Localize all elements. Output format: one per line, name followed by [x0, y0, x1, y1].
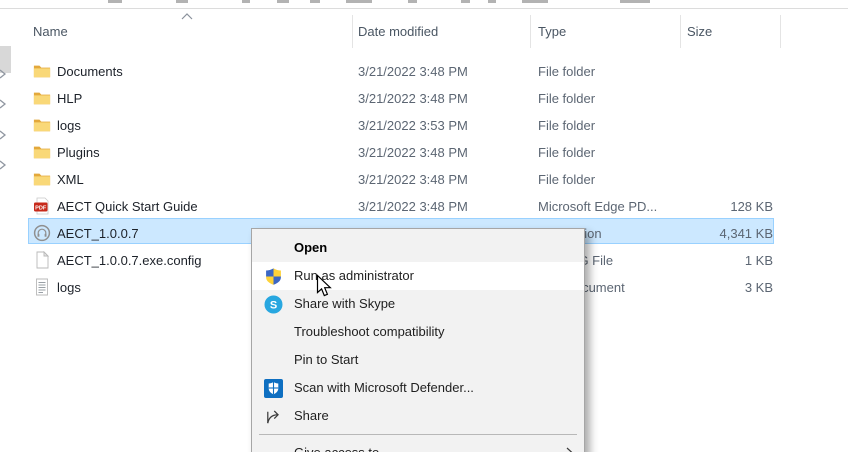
text-document-icon: [33, 278, 51, 296]
mouse-cursor-icon: [316, 274, 333, 298]
file-type: File folder: [538, 91, 595, 106]
svg-text:S: S: [270, 300, 277, 312]
ribbon-fragment: [522, 0, 548, 3]
application-icon: [33, 224, 51, 242]
file-row-plugins[interactable]: Plugins 3/21/2022 3:48 PM File folder: [0, 139, 848, 166]
column-divider[interactable]: [780, 15, 781, 48]
ribbon-fragment: [346, 0, 372, 3]
ribbon-fragment: [408, 0, 417, 3]
file-size: 128 KB: [655, 199, 773, 214]
sort-ascending-icon: [181, 13, 193, 20]
menu-item-label: Share with Skype: [294, 296, 395, 311]
ribbon-fragment: [277, 0, 289, 3]
menu-item-share[interactable]: Share: [252, 402, 584, 430]
file-row-xml[interactable]: XML 3/21/2022 3:48 PM File folder: [0, 166, 848, 193]
menu-item-pin-to-start[interactable]: Pin to Start: [252, 346, 584, 374]
column-header-type[interactable]: Type: [538, 24, 566, 39]
column-header-size-label: Size: [687, 24, 712, 39]
column-header-size[interactable]: Size: [687, 24, 712, 39]
ribbon-fragment: [176, 0, 188, 3]
file-name: Plugins: [57, 145, 100, 160]
menu-item-open[interactable]: Open: [252, 234, 584, 262]
folder-icon: [33, 116, 51, 134]
file-type: Microsoft Edge PD...: [538, 199, 657, 214]
file-date: 3/21/2022 3:48 PM: [358, 199, 468, 214]
menu-item-label: Run as administrator: [294, 268, 414, 283]
menu-separator: [259, 434, 577, 435]
ribbon-fragment: [242, 0, 250, 3]
menu-item-label: Give access to: [294, 445, 379, 452]
folder-icon: [33, 89, 51, 107]
menu-item-label: Troubleshoot compatibility: [294, 324, 445, 339]
skype-icon: S: [264, 295, 283, 314]
menu-item-label: Open: [294, 240, 327, 255]
menu-item-run-as-administrator[interactable]: Run as administrator: [252, 262, 584, 290]
file-row-hlp[interactable]: HLP 3/21/2022 3:48 PM File folder: [0, 85, 848, 112]
ribbon-fragment: [488, 0, 496, 3]
file-date: 3/21/2022 3:53 PM: [358, 118, 468, 133]
file-row-documents[interactable]: Documents 3/21/2022 3:48 PM File folder: [0, 58, 848, 85]
file-row-logs-folder[interactable]: logs 3/21/2022 3:53 PM File folder: [0, 112, 848, 139]
svg-text:PDF: PDF: [35, 205, 47, 211]
ribbon-fragment: [108, 0, 122, 3]
file-name: logs: [57, 118, 81, 133]
column-divider[interactable]: [530, 15, 531, 48]
file-row-aect-quick-start-guide[interactable]: PDF AECT Quick Start Guide 3/21/2022 3:4…: [0, 193, 848, 220]
file-date: 3/21/2022 3:48 PM: [358, 172, 468, 187]
file-name: AECT_1.0.0.7: [57, 226, 139, 241]
file-name: AECT_1.0.0.7.exe.config: [57, 253, 202, 268]
menu-item-give-access-to[interactable]: Give access to: [252, 439, 584, 452]
file-type: File folder: [538, 145, 595, 160]
file-name: HLP: [57, 91, 82, 106]
file-type: File folder: [538, 118, 595, 133]
submenu-chevron-right-icon: [566, 447, 574, 452]
ribbon-fragment: [461, 0, 470, 3]
file-date: 3/21/2022 3:48 PM: [358, 145, 468, 160]
file-type: File folder: [538, 172, 595, 187]
pane-top-border: [0, 8, 848, 9]
folder-icon: [33, 62, 51, 80]
folder-icon: [33, 143, 51, 161]
file-size: 1 KB: [655, 253, 773, 268]
share-icon: [264, 407, 283, 426]
file-type: File folder: [538, 64, 595, 79]
column-divider[interactable]: [680, 15, 681, 48]
menu-item-label: Scan with Microsoft Defender...: [294, 380, 474, 395]
menu-item-label: Share: [294, 408, 329, 423]
file-name: XML: [57, 172, 84, 187]
context-menu: Open Run as administrator S Share with S…: [251, 228, 585, 452]
file-name: logs: [57, 280, 81, 295]
column-header-date-modified[interactable]: Date modified: [358, 24, 438, 39]
defender-icon: [264, 379, 283, 398]
file-explorer-window: Name Date modified Type Size Documents 3…: [0, 0, 848, 452]
file-name: AECT Quick Start Guide: [57, 199, 198, 214]
folder-icon: [33, 170, 51, 188]
file-date: 3/21/2022 3:48 PM: [358, 64, 468, 79]
column-header-type-label: Type: [538, 24, 566, 39]
file-date: 3/21/2022 3:48 PM: [358, 91, 468, 106]
file-size: 3 KB: [655, 280, 773, 295]
column-divider[interactable]: [352, 15, 353, 48]
file-name: Documents: [57, 64, 123, 79]
pdf-icon: PDF: [33, 197, 51, 215]
menu-item-share-with-skype[interactable]: S Share with Skype: [252, 290, 584, 318]
column-header-name-label: Name: [33, 24, 68, 39]
menu-item-troubleshoot-compatibility[interactable]: Troubleshoot compatibility: [252, 318, 584, 346]
menu-item-scan-with-defender[interactable]: Scan with Microsoft Defender...: [252, 374, 584, 402]
uac-shield-icon: [264, 267, 283, 286]
config-file-icon: [33, 251, 51, 269]
column-header-date-label: Date modified: [358, 24, 438, 39]
file-size: 4,341 KB: [655, 226, 773, 241]
column-header-name[interactable]: Name: [33, 24, 68, 39]
ribbon-fragment: [310, 0, 320, 3]
ribbon-fragment: [620, 0, 650, 3]
menu-item-label: Pin to Start: [294, 352, 358, 367]
